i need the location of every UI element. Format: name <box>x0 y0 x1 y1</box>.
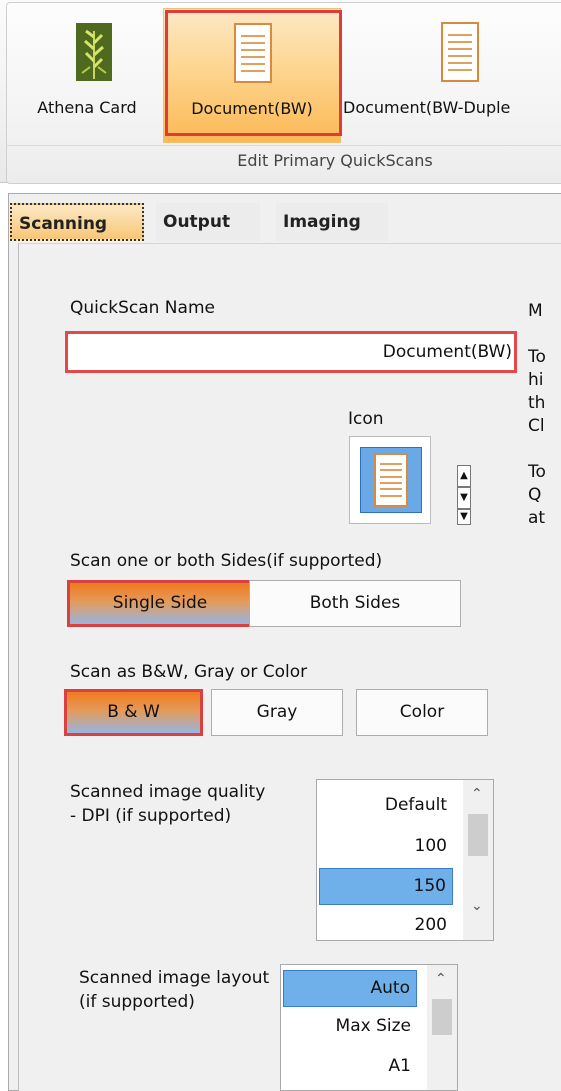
document-bw-duplex-button[interactable]: Document(BW-Duple <box>341 8 561 143</box>
help-text: M To hi th Cl To Q at <box>528 301 546 528</box>
ribbon-group-label: Edit Primary QuickScans <box>237 151 433 170</box>
bw-button[interactable]: B & W <box>64 689 203 736</box>
document-bw-duplex-label: Document(BW-Duple <box>343 98 511 117</box>
gray-button[interactable]: Gray <box>211 689 343 736</box>
scroll-up-icon[interactable]: ⌃ <box>471 786 483 802</box>
athena-card-label: Athena Card <box>37 98 137 117</box>
document-icon <box>234 23 272 83</box>
list-item[interactable]: Default <box>319 788 453 825</box>
icon-preview[interactable] <box>349 436 431 524</box>
color-mode-label: Scan as B&W, Gray or Color <box>70 662 308 682</box>
tab-imaging[interactable]: Imaging <box>276 203 388 241</box>
document-bw-button[interactable]: Document(BW) <box>163 8 341 143</box>
single-side-button[interactable]: Single Side <box>67 580 253 627</box>
icon-selection <box>360 447 422 513</box>
list-item[interactable]: A1 <box>283 1049 417 1086</box>
dpi-scrollbar[interactable]: ⌃ ⌄ <box>463 780 493 940</box>
quickscan-name-input[interactable]: Document(BW) <box>65 331 517 373</box>
list-item[interactable]: 100 <box>319 829 453 866</box>
document-icon <box>441 22 479 82</box>
layout-listbox[interactable]: Auto Max Size A1 ⌃ <box>280 964 458 1091</box>
scroll-down-icon[interactable]: ⌄ <box>471 898 483 914</box>
list-item-selected[interactable]: Auto <box>283 970 417 1007</box>
list-item[interactable]: 200 <box>319 908 453 940</box>
color-button[interactable]: Color <box>356 689 488 736</box>
scroll-thumb[interactable] <box>468 814 488 856</box>
tab-scanning[interactable]: Scanning <box>10 203 144 241</box>
list-item-selected[interactable]: 150 <box>319 868 453 905</box>
both-sides-button[interactable]: Both Sides <box>249 580 461 627</box>
tab-output[interactable]: Output <box>156 203 260 241</box>
list-item[interactable]: Max Size <box>283 1009 417 1046</box>
icon-dropdown-icon[interactable]: ▼ <box>457 509 471 525</box>
scroll-up-icon[interactable]: ⌃ <box>435 971 447 987</box>
icon-down-arrow-icon[interactable]: ▼ <box>457 487 471 509</box>
icon-up-arrow-icon[interactable]: ▲ <box>457 465 471 487</box>
icon-label: Icon <box>348 409 384 429</box>
dpi-listbox[interactable]: Default 100 150 200 ⌃ ⌄ <box>316 779 494 941</box>
grass-icon <box>76 23 112 81</box>
quickscan-name-label: QuickScan Name <box>70 298 215 318</box>
scroll-thumb[interactable] <box>432 999 452 1035</box>
document-icon <box>374 453 408 507</box>
layout-scrollbar[interactable]: ⌃ <box>427 965 457 1090</box>
ribbon: Athena Card Document(BW) Document(BW-Dup… <box>0 0 561 184</box>
ribbon-group-divider <box>6 145 561 146</box>
athena-card-button[interactable]: Athena Card <box>14 8 160 143</box>
document-bw-label: Document(BW) <box>191 99 313 118</box>
sides-label: Scan one or both Sides(if supported) <box>70 551 383 571</box>
layout-label: Scanned image layout (if supported) <box>79 968 270 1012</box>
dpi-label: Scanned image quality - DPI (if supporte… <box>70 782 266 826</box>
